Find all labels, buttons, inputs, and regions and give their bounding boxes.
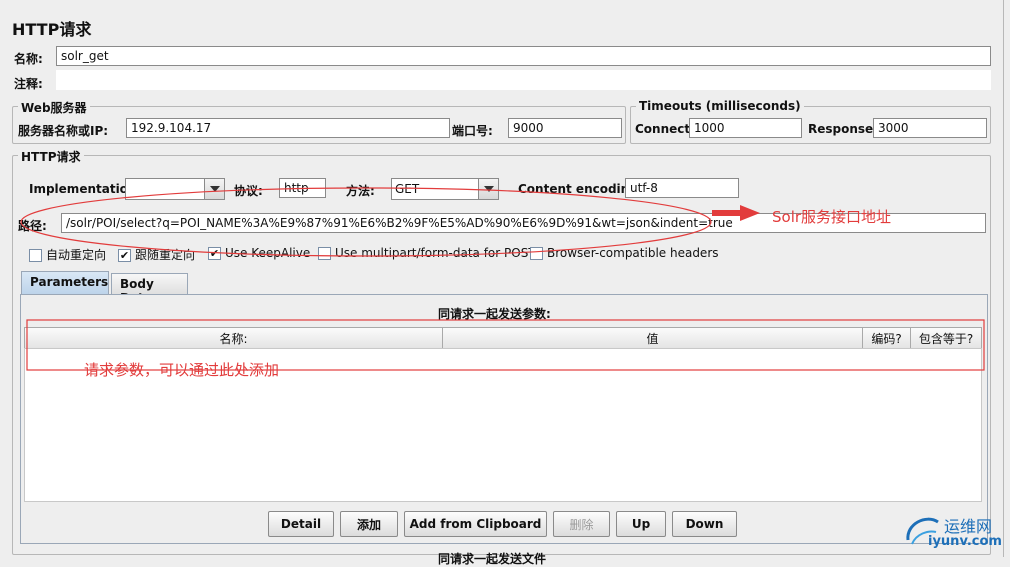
annotation-arrow bbox=[712, 205, 760, 221]
annotation-ellipse bbox=[20, 187, 712, 257]
watermark-url: iyunv.com bbox=[928, 534, 1002, 549]
annotation-overlay bbox=[20, 187, 985, 371]
annotation-params-label: 请求参数，可以通过此处添加 bbox=[84, 361, 280, 379]
annotation-solr-label: Solr服务接口地址 bbox=[772, 208, 892, 226]
